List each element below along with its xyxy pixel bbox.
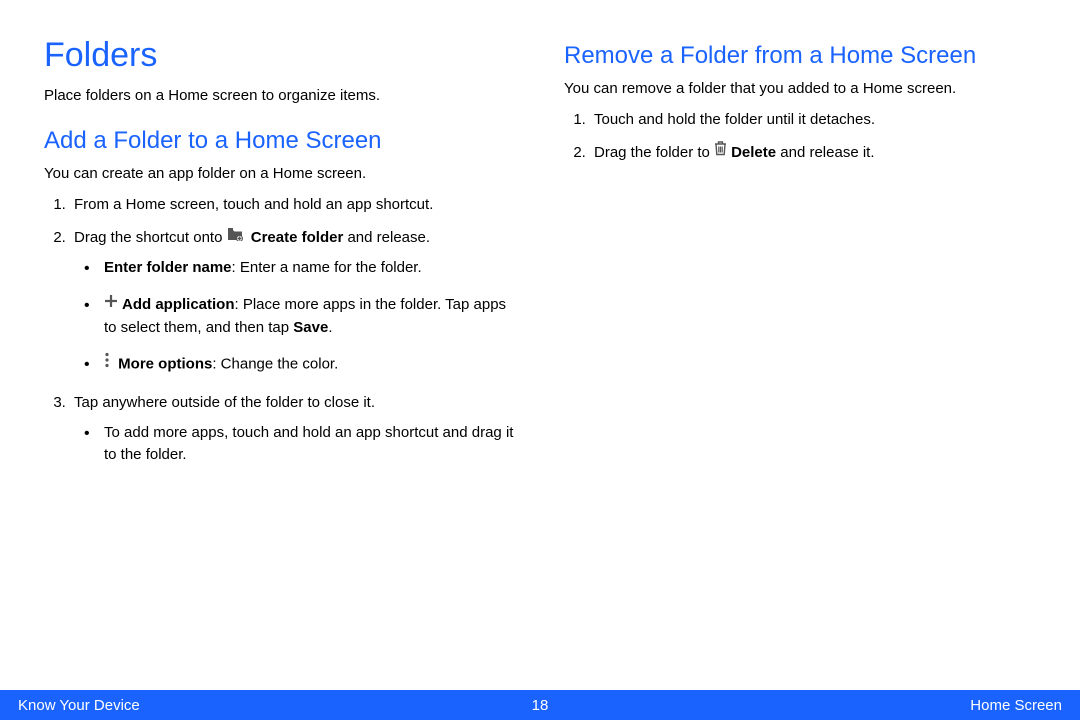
step3-text: Tap anywhere outside of the folder to cl… — [74, 394, 375, 411]
remove-step-1: Touch and hold the folder until it detac… — [590, 108, 1036, 131]
more-options-text: : Change the color. — [212, 356, 338, 373]
subitem-enter-name: Enter folder name: Enter a name for the … — [84, 257, 516, 280]
heading-add-folder: Add a Folder to a Home Screen — [44, 127, 516, 155]
remove-step2-text-a: Drag the folder to — [594, 144, 714, 161]
step2-text-a: Drag the shortcut onto — [74, 229, 227, 246]
period: . — [328, 319, 332, 336]
plus-icon — [104, 293, 118, 316]
add-folder-desc: You can create an app folder on a Home s… — [44, 163, 516, 185]
intro-text: Place folders on a Home screen to organi… — [44, 85, 516, 107]
heading-folders: Folders — [44, 36, 516, 75]
save-label: Save — [293, 319, 328, 336]
remove-step-2: Drag the folder to Delete and release it… — [590, 141, 1036, 165]
remove-step2-text-c: and release it. — [776, 144, 874, 161]
delete-icon — [714, 140, 727, 163]
create-folder-icon — [227, 225, 243, 248]
more-options-label: More options — [118, 356, 212, 373]
step-1: From a Home screen, touch and hold an ap… — [70, 193, 516, 216]
remove-folder-steps: Touch and hold the folder until it detac… — [564, 108, 1036, 165]
step-2: Drag the shortcut onto Create folder and… — [70, 226, 516, 377]
add-folder-steps: From a Home screen, touch and hold an ap… — [44, 193, 516, 467]
enter-folder-name-text: : Enter a name for the folder. — [232, 259, 422, 276]
subitem-add-more-apps: To add more apps, touch and hold an app … — [84, 422, 516, 467]
step3-subitems: To add more apps, touch and hold an app … — [74, 422, 516, 467]
heading-remove-folder: Remove a Folder from a Home Screen — [564, 42, 1036, 70]
step2-text-c: and release. — [343, 229, 430, 246]
add-application-label: Add application — [122, 296, 235, 313]
subitem-add-application: Add application: Place more apps in the … — [84, 294, 516, 339]
page-footer: Know Your Device 18 Home Screen — [0, 690, 1080, 720]
footer-page-number: 18 — [532, 697, 549, 714]
delete-label: Delete — [731, 144, 776, 161]
create-folder-label: Create folder — [251, 229, 344, 246]
step2-subitems: Enter folder name: Enter a name for the … — [74, 257, 516, 376]
footer-right: Home Screen — [970, 697, 1062, 714]
more-options-icon — [104, 352, 110, 376]
remove-folder-desc: You can remove a folder that you added t… — [564, 78, 1036, 100]
footer-left: Know Your Device — [18, 697, 140, 714]
enter-folder-name-label: Enter folder name — [104, 259, 232, 276]
subitem-more-options: More options: Change the color. — [84, 353, 516, 377]
step-3: Tap anywhere outside of the folder to cl… — [70, 391, 516, 467]
